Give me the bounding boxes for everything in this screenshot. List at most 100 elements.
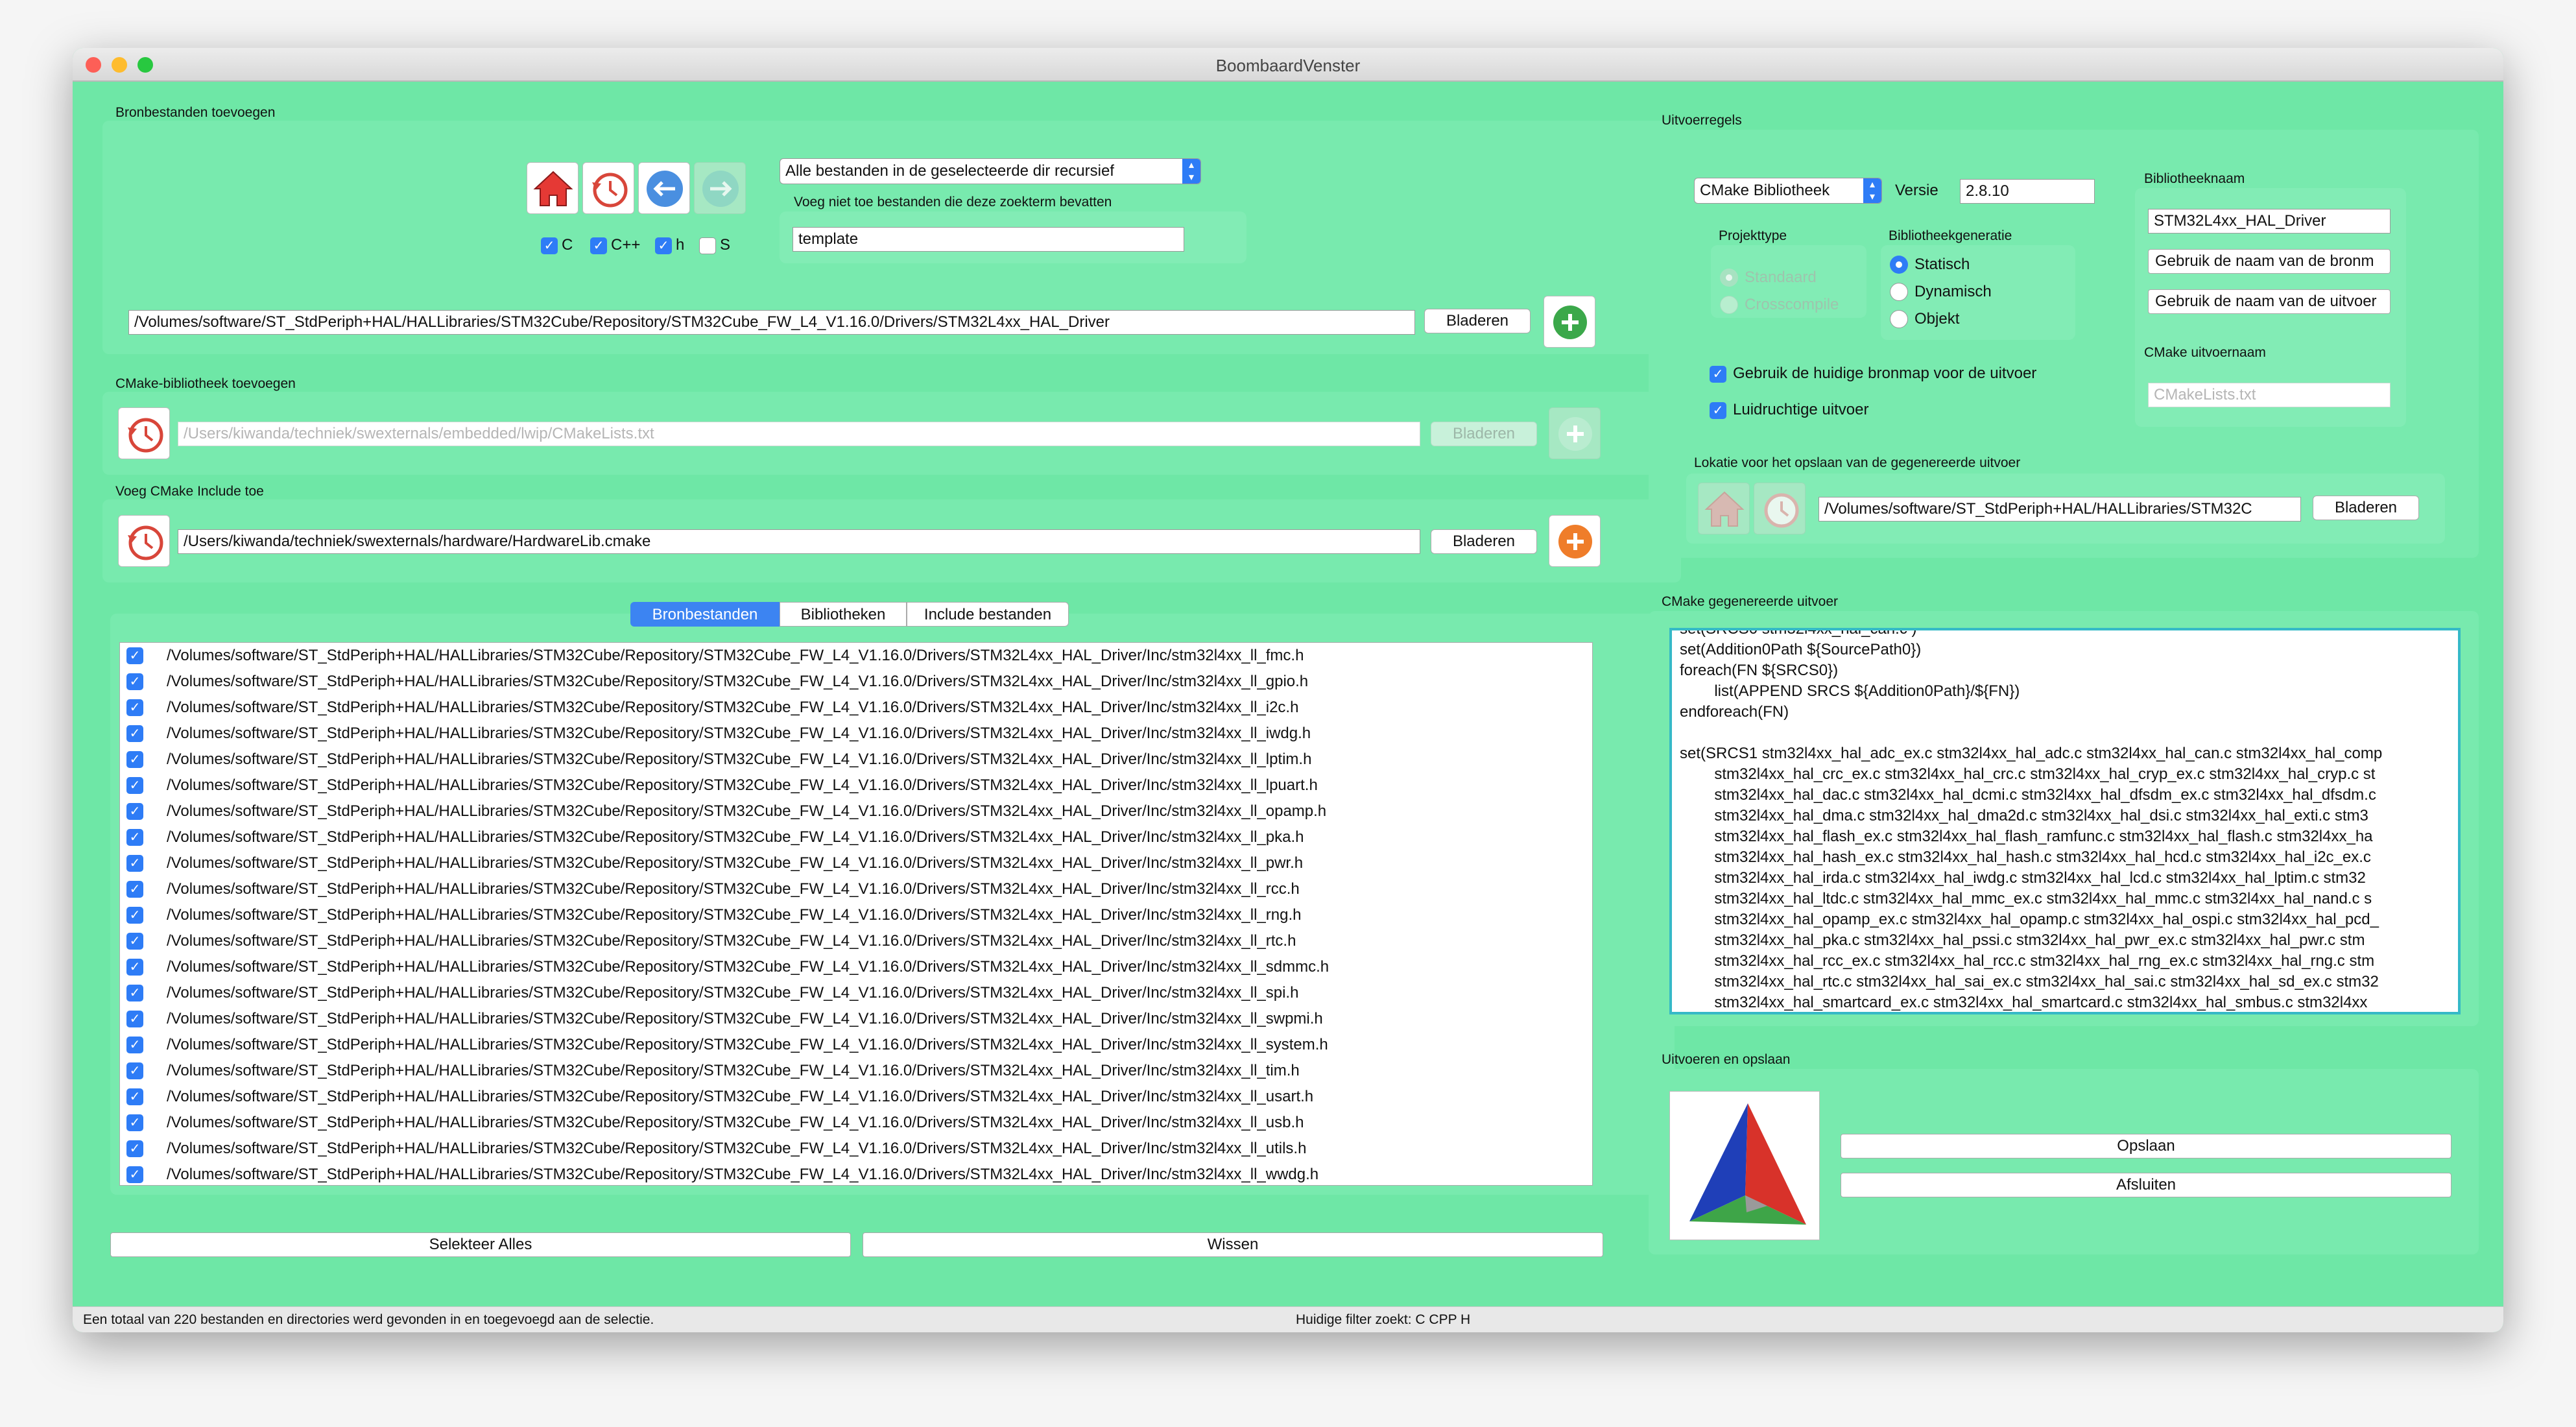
table-row[interactable]: ✓ /Volumes/software/ST_StdPeriph+HAL/HALL… <box>120 695 1592 721</box>
table-row[interactable]: ✓ /Volumes/software/ST_StdPeriph+HAL/HALL… <box>120 1136 1592 1162</box>
file-dir: /Volumes/software/ST_StdPeriph+HAL/HALLi… <box>167 802 1172 820</box>
table-row[interactable]: ✓ /Volumes/software/ST_StdPeriph+HAL/HALL… <box>120 747 1592 773</box>
file-dir: /Volumes/software/ST_StdPeriph+HAL/HALLi… <box>167 673 1172 690</box>
filter-c-checkbox[interactable]: ✓ <box>541 237 558 254</box>
tab-bronbestanden[interactable]: Bronbestanden <box>630 602 780 627</box>
filter-h-checkbox[interactable]: ✓ <box>655 237 672 254</box>
file-checkbox[interactable]: ✓ <box>126 1062 143 1079</box>
cmake-lib-history-button[interactable] <box>118 407 170 459</box>
file-path: /Volumes/software/ST_StdPeriph+HAL/HALLi… <box>167 902 1301 928</box>
cmake-lib-browse-button[interactable]: Bladeren <box>1431 422 1537 446</box>
table-row[interactable]: ✓ /Volumes/software/ST_StdPeriph+HAL/HALL… <box>120 1110 1592 1136</box>
exclude-input[interactable]: template <box>793 227 1184 252</box>
scope-select[interactable]: Alle bestanden in de geselecteerde dir r… <box>780 158 1201 184</box>
file-checkbox[interactable]: ✓ <box>126 1088 143 1105</box>
add-source-button[interactable] <box>1544 296 1595 348</box>
home-icon <box>533 171 573 206</box>
filter-cpp-checkbox[interactable]: ✓ <box>590 237 607 254</box>
table-row[interactable]: ✓ /Volumes/software/ST_StdPeriph+HAL/HALL… <box>120 721 1592 747</box>
use-current-dir-checkbox[interactable]: ✓ <box>1710 366 1726 383</box>
location-home-button[interactable] <box>1698 483 1750 534</box>
generated-output-text[interactable]: set(SRCS0 stm32l4xx_hal_can.c ) set(Addit… <box>1669 628 2461 1014</box>
forward-button[interactable] <box>694 162 746 214</box>
file-checkbox[interactable]: ✓ <box>126 699 143 716</box>
sources-browse-button[interactable]: Bladeren <box>1424 309 1531 333</box>
verbose-checkbox[interactable]: ✓ <box>1710 402 1726 419</box>
source-path-input[interactable]: /Volumes/software/ST_StdPeriph+HAL/HALLi… <box>128 310 1415 335</box>
code-line: stm32l4xx_hal_pka.c stm32l4xx_hal_pssi.c… <box>1680 931 2365 949</box>
table-row[interactable]: ✓ /Volumes/software/ST_StdPeriph+HAL/HALL… <box>120 980 1592 1006</box>
file-checkbox[interactable]: ✓ <box>126 855 143 872</box>
file-name: stm32l4xx_ll_usb.h <box>1171 1114 1304 1131</box>
home-button[interactable] <box>527 162 578 214</box>
table-row[interactable]: ✓ /Volumes/software/ST_StdPeriph+HAL/HALL… <box>120 824 1592 850</box>
file-checkbox[interactable]: ✓ <box>126 673 143 690</box>
file-checkbox[interactable]: ✓ <box>126 777 143 794</box>
filter-s-checkbox[interactable] <box>699 237 716 254</box>
table-row[interactable]: ✓ /Volumes/software/ST_StdPeriph+HAL/HALL… <box>120 773 1592 798</box>
file-path: /Volumes/software/ST_StdPeriph+HAL/HALLi… <box>167 798 1326 824</box>
cmake-include-history-button[interactable] <box>118 515 170 567</box>
output-type-select[interactable]: CMake Bibliotheek ▴ ▾ <box>1694 178 1882 204</box>
table-row[interactable]: ✓ /Volumes/software/ST_StdPeriph+HAL/HALL… <box>120 1032 1592 1058</box>
file-dir: /Volumes/software/ST_StdPeriph+HAL/HALLi… <box>167 725 1172 742</box>
lib-gen-objekt-radio[interactable] <box>1890 310 1908 328</box>
cmake-include-browse-button[interactable]: Bladeren <box>1431 529 1537 554</box>
history-button[interactable] <box>582 162 634 214</box>
status-bar: Een totaal van 220 bestanden en director… <box>73 1306 2503 1332</box>
file-checkbox[interactable]: ✓ <box>126 1114 143 1131</box>
code-line: stm32l4xx_hal_dma.c stm32l4xx_hal_dma2d.… <box>1680 807 2368 824</box>
table-row[interactable]: ✓ /Volumes/software/ST_StdPeriph+HAL/HALL… <box>120 643 1592 669</box>
file-checkbox[interactable]: ✓ <box>126 829 143 846</box>
file-checkbox[interactable]: ✓ <box>126 907 143 924</box>
table-row[interactable]: ✓ /Volumes/software/ST_StdPeriph+HAL/HALL… <box>120 902 1592 928</box>
file-checkbox[interactable]: ✓ <box>126 751 143 768</box>
back-button[interactable] <box>638 162 690 214</box>
project-type-standaard-radio[interactable] <box>1720 269 1738 287</box>
cmake-out-input[interactable]: CMakeLists.txt <box>2148 383 2391 407</box>
close-button[interactable]: Afsluiten <box>1841 1173 2451 1197</box>
code-line: stm32l4xx_hal_ltdc.c stm32l4xx_hal_mmc_e… <box>1680 890 2372 907</box>
file-checkbox[interactable]: ✓ <box>126 959 143 976</box>
cmake-include-path-input[interactable]: /Users/kiwanda/techniek/swexternals/hard… <box>178 529 1420 554</box>
save-button[interactable]: Opslaan <box>1841 1134 2451 1158</box>
file-checkbox[interactable]: ✓ <box>126 803 143 820</box>
tab-include-bestanden[interactable]: Include bestanden <box>907 602 1069 627</box>
file-checkbox[interactable]: ✓ <box>126 1037 143 1053</box>
table-row[interactable]: ✓ /Volumes/software/ST_StdPeriph+HAL/HALL… <box>120 850 1592 876</box>
file-checkbox[interactable]: ✓ <box>126 1166 143 1183</box>
add-cmake-include-button[interactable] <box>1549 515 1601 567</box>
lib-name-input[interactable]: STM32L4xx_HAL_Driver <box>2148 209 2391 234</box>
table-row[interactable]: ✓ /Volumes/software/ST_StdPeriph+HAL/HALL… <box>120 1058 1592 1084</box>
table-row[interactable]: ✓ /Volumes/software/ST_StdPeriph+HAL/HALL… <box>120 1084 1592 1110</box>
location-browse-button[interactable]: Bladeren <box>2313 496 2419 520</box>
file-checkbox[interactable]: ✓ <box>126 1140 143 1157</box>
table-row[interactable]: ✓ /Volumes/software/ST_StdPeriph+HAL/HALL… <box>120 1006 1592 1032</box>
location-history-button[interactable] <box>1754 483 1806 534</box>
project-type-crosscompile-radio[interactable] <box>1720 296 1738 314</box>
use-output-name-button[interactable]: Gebruik de naam van de uitvoer <box>2148 289 2391 314</box>
file-checkbox[interactable]: ✓ <box>126 725 143 742</box>
table-row[interactable]: ✓ /Volumes/software/ST_StdPeriph+HAL/HALL… <box>120 928 1592 954</box>
use-source-name-button[interactable]: Gebruik de naam van de bronm <box>2148 249 2391 274</box>
source-file-list[interactable]: ✓ /Volumes/software/ST_StdPeriph+HAL/HALL… <box>119 642 1593 1186</box>
version-input[interactable]: 2.8.10 <box>1960 179 2095 204</box>
table-row[interactable]: ✓ /Volumes/software/ST_StdPeriph+HAL/HALL… <box>120 1162 1592 1185</box>
clear-button[interactable]: Wissen <box>863 1232 1603 1257</box>
table-row[interactable]: ✓ /Volumes/software/ST_StdPeriph+HAL/HALL… <box>120 669 1592 695</box>
table-row[interactable]: ✓ /Volumes/software/ST_StdPeriph+HAL/HALL… <box>120 876 1592 902</box>
file-checkbox[interactable]: ✓ <box>126 647 143 664</box>
select-all-button[interactable]: Selekteer Alles <box>110 1232 851 1257</box>
location-path-input[interactable]: /Volumes/software/ST_StdPeriph+HAL/HALLi… <box>1819 497 2301 522</box>
file-checkbox[interactable]: ✓ <box>126 881 143 898</box>
cmake-lib-path-input[interactable]: /Users/kiwanda/techniek/swexternals/embe… <box>178 422 1420 446</box>
tab-bibliotheken[interactable]: Bibliotheken <box>780 602 907 627</box>
file-checkbox[interactable]: ✓ <box>126 1011 143 1027</box>
table-row[interactable]: ✓ /Volumes/software/ST_StdPeriph+HAL/HALL… <box>120 954 1592 980</box>
add-cmake-lib-button[interactable] <box>1549 407 1601 459</box>
lib-gen-dynamisch-radio[interactable] <box>1890 283 1908 301</box>
table-row[interactable]: ✓ /Volumes/software/ST_StdPeriph+HAL/HALL… <box>120 798 1592 824</box>
file-checkbox[interactable]: ✓ <box>126 985 143 1001</box>
lib-gen-statisch-radio[interactable] <box>1890 256 1908 274</box>
file-checkbox[interactable]: ✓ <box>126 933 143 950</box>
